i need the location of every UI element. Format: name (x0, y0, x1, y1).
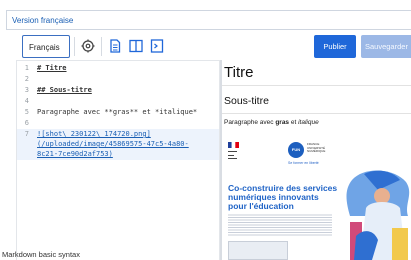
language-button-label: Français (29, 43, 60, 52)
line-text: # Titre (37, 64, 67, 72)
publish-button[interactable]: Publier (314, 35, 356, 58)
fun-partner-text: FRANCE UNIVERSITÉ NUMÉRIQUE (307, 142, 326, 154)
person-illustration (346, 170, 410, 260)
toolbar-separator (101, 37, 102, 56)
editor-line: 8c21-7ce90d2af753) (17, 149, 219, 159)
line-number: 7 (24, 130, 29, 138)
ministry-logo-text: ▬▬▬ ▬▬ ▬▬▬ (228, 149, 237, 160)
editor-line: 6 (17, 118, 219, 128)
preview-icon[interactable] (150, 39, 164, 53)
preview-pane: Titre Sous-titre Paragraphe avec gras et… (222, 60, 411, 260)
image-headline: Co-construire des services numériques in… (228, 183, 338, 211)
preview-image: ▬▬▬ ▬▬ ▬▬▬ FUN FRANCE UNIVERSITÉ NUMÉRIQUE… (224, 132, 411, 260)
editor-line: (/uploaded/image/45869575-47c5-4a80- (17, 139, 219, 149)
para-middle: et (289, 119, 299, 126)
french-flag-icon (228, 142, 239, 148)
line-number: 4 (24, 97, 29, 105)
fun-tagline: Se former en liberté (288, 161, 319, 165)
para-prefix: Paragraphe avec (224, 119, 276, 126)
line-number: 3 (24, 86, 29, 94)
subtitle-rule (222, 113, 411, 114)
editor-line: 7 ![shot\_230122\_174720.png] (17, 129, 219, 139)
line-number: 2 (24, 75, 29, 83)
save-button[interactable]: Sauvegarder (361, 35, 411, 58)
split-view-icon[interactable] (129, 39, 143, 53)
version-bar[interactable]: Version française (6, 10, 411, 30)
editor-line: 3 ## Sous-titre (17, 85, 219, 95)
syntax-hint: Markdown basic syntax (2, 250, 80, 259)
partner-line: NUMÉRIQUE (307, 149, 326, 153)
toolbar-separator (74, 37, 75, 56)
line-number: 1 (24, 64, 29, 72)
editor-line: 4 (17, 96, 219, 106)
preview-title: Titre (224, 64, 254, 81)
version-label: Version française (12, 16, 74, 25)
publish-button-label: Publier (323, 42, 347, 51)
save-button-label: Sauvegarder (365, 42, 408, 51)
image-body-text (228, 213, 332, 237)
status-bar: Markdown basic syntax (0, 248, 220, 260)
fun-logo: FUN (288, 142, 304, 158)
settings-icon[interactable] (81, 39, 95, 53)
document-icon[interactable] (108, 39, 122, 53)
line-text: (/uploaded/image/45869575-47c5-4a80- (37, 140, 189, 148)
fun-logo-text: FUN (291, 147, 301, 152)
editor-line: 5 Paragraphe avec **gras** et *italique* (17, 107, 219, 117)
laptop-illustration (228, 241, 288, 260)
editor-line: 2 (17, 74, 219, 84)
line-text: 8c21-7ce90d2af753) (37, 150, 113, 158)
para-italic: italique (298, 119, 319, 126)
editor-line: 1 # Titre (17, 63, 219, 73)
line-text: ## Sous-titre (37, 86, 92, 94)
title-rule (222, 85, 411, 86)
line-number: 6 (24, 119, 29, 127)
preview-paragraph: Paragraphe avec gras et italique (224, 119, 319, 126)
para-bold: gras (275, 119, 290, 126)
toolbar: Français Publier Sauvegarder (6, 33, 411, 60)
language-button[interactable]: Français (22, 35, 70, 58)
preview-subtitle: Sous-titre (224, 95, 269, 107)
line-text: ![shot\_230122\_174720.png] (37, 130, 151, 138)
line-number: 5 (24, 108, 29, 116)
line-text: Paragraphe avec **gras** et *italique* (37, 108, 198, 116)
markdown-editor[interactable]: 1 # Titre 2 3 ## Sous-titre 4 5 Paragrap… (16, 60, 220, 260)
